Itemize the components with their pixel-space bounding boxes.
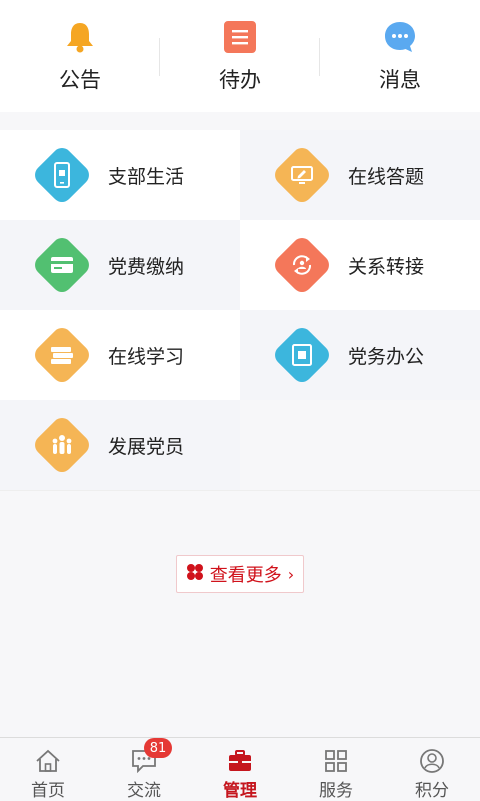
view-more-button[interactable]: 查看更多 › — [176, 555, 304, 593]
grid-item-party-office[interactable]: 党务办公 — [240, 310, 480, 400]
grid-item-label: 党务办公 — [348, 345, 425, 368]
nav-home[interactable]: 首页 — [0, 738, 96, 801]
bell-icon — [63, 20, 97, 54]
nav-label: 服务 — [319, 781, 353, 801]
grid-item-label: 支部生活 — [108, 165, 185, 188]
card-icon — [32, 235, 92, 295]
view-more-label: 查看更多 — [209, 565, 282, 586]
nav-service[interactable]: 服务 — [288, 738, 384, 801]
briefcase-icon — [225, 748, 255, 774]
grid-row: 在线学习 党务办公 — [0, 310, 480, 400]
notice-entry[interactable]: 公告 — [0, 0, 160, 112]
grid-row: 支部生活 在线答题 — [0, 130, 480, 220]
unread-badge: 81 — [144, 738, 172, 758]
grid-item-develop-member[interactable]: 发展党员 — [0, 400, 240, 490]
grid-item-label: 在线答题 — [348, 165, 425, 188]
clover-icon — [186, 563, 204, 585]
bottom-nav: 首页 81 交流 管理 服务 积分 — [0, 737, 480, 801]
nav-label: 首页 — [31, 781, 65, 801]
nav-chat[interactable]: 81 交流 — [96, 738, 192, 801]
top-quick-bar: 公告 待办 消息 — [0, 0, 480, 112]
office-flag-icon — [272, 325, 332, 385]
grid-item-branch-life[interactable]: 支部生活 — [0, 130, 240, 220]
phone-party-icon — [32, 145, 92, 205]
message-label: 消息 — [379, 68, 421, 92]
grid-item-relation-transfer[interactable]: 关系转接 — [240, 220, 480, 310]
notice-label: 公告 — [59, 68, 101, 92]
grid-item-online-study[interactable]: 在线学习 — [0, 310, 240, 400]
chevron-right-icon: › — [287, 564, 295, 584]
books-icon — [32, 325, 92, 385]
grid-item-label: 关系转接 — [348, 255, 425, 278]
message-bubble-icon — [383, 20, 417, 54]
grid-row: 发展党员 — [0, 400, 480, 490]
grid-item-online-quiz[interactable]: 在线答题 — [240, 130, 480, 220]
nav-points[interactable]: 积分 — [384, 738, 480, 801]
divider — [0, 490, 480, 491]
grid-item-label: 党费缴纳 — [108, 255, 185, 278]
nav-label: 积分 — [415, 781, 449, 801]
transfer-icon — [272, 235, 332, 295]
grid-empty-cell — [240, 400, 480, 490]
user-circle-icon — [417, 748, 447, 774]
grid-item-label: 发展党员 — [108, 435, 185, 458]
todo-label: 待办 — [219, 68, 261, 92]
grid-icon — [321, 748, 351, 774]
home-icon — [33, 748, 63, 774]
grid-item-label: 在线学习 — [108, 345, 185, 368]
function-grid: 支部生活 在线答题 党费缴纳 关系转接 在线学习 党务办公 发展党员 — [0, 130, 480, 490]
todo-entry[interactable]: 待办 — [160, 0, 320, 112]
todo-list-icon — [223, 20, 257, 54]
grid-item-party-fee[interactable]: 党费缴纳 — [0, 220, 240, 310]
nav-label: 交流 — [127, 781, 161, 801]
people-icon — [32, 415, 92, 475]
message-entry[interactable]: 消息 — [320, 0, 480, 112]
nav-manage[interactable]: 管理 — [192, 738, 288, 801]
nav-label: 管理 — [223, 781, 257, 801]
grid-row: 党费缴纳 关系转接 — [0, 220, 480, 310]
pencil-screen-icon — [272, 145, 332, 205]
